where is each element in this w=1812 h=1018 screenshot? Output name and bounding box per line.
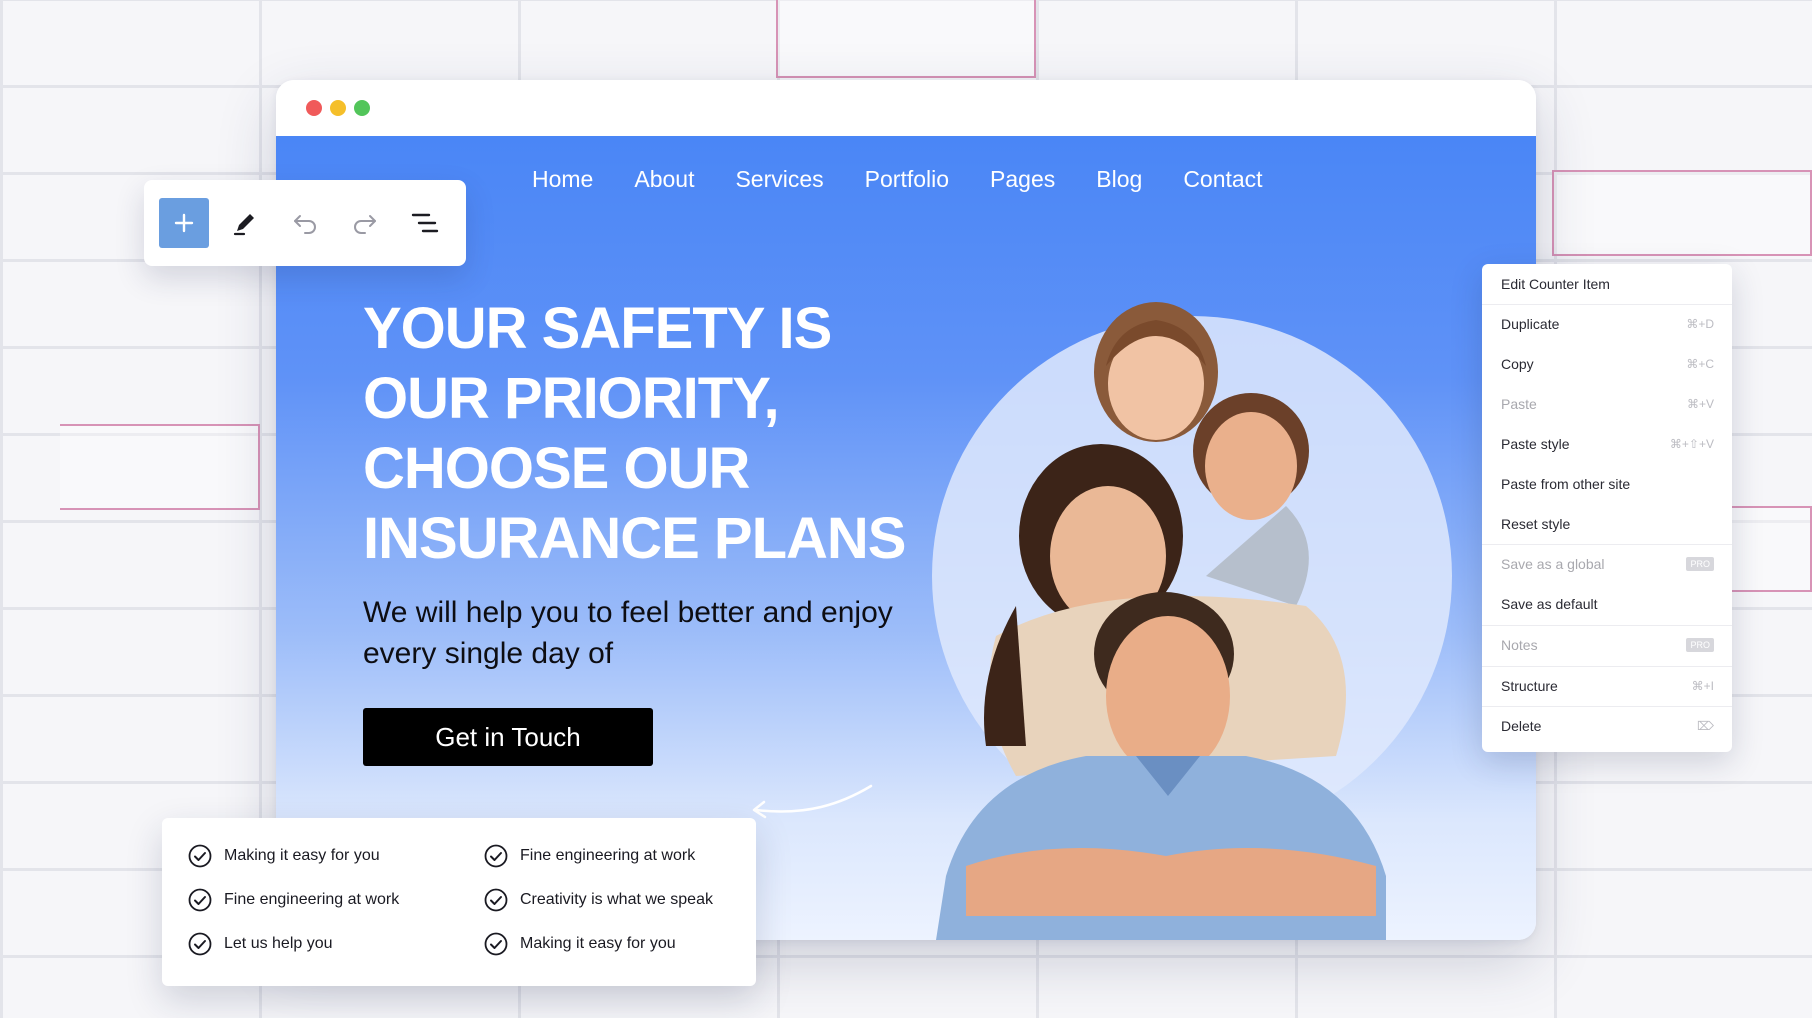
menu-reset-style[interactable]: Reset style — [1482, 504, 1732, 544]
feature-text: Fine engineering at work — [520, 847, 696, 864]
hero-subtitle: We will help you to feel better and enjo… — [363, 592, 923, 674]
hero-title-line: OUR PRIORITY, — [363, 366, 780, 431]
menu-copy[interactable]: Copy ⌘+C — [1482, 344, 1732, 384]
feature-text: Creativity is what we speak — [520, 891, 713, 908]
context-menu: Edit Counter Item Duplicate ⌘+D Copy ⌘+C… — [1482, 264, 1732, 752]
curved-arrow-icon — [752, 784, 873, 819]
menu-item-label: Reset style — [1501, 516, 1571, 532]
hero-subtitle-line: We will help you to feel better and enjo… — [363, 596, 893, 629]
decor-tile — [1552, 170, 1812, 256]
hero-title-line: YOUR SAFETY IS — [363, 296, 832, 361]
feature-text: Let us help you — [224, 935, 333, 952]
menu-item-label: Duplicate — [1501, 316, 1560, 332]
menu-paste[interactable]: Paste ⌘+V — [1482, 384, 1732, 424]
pro-badge: PRO — [1686, 557, 1714, 571]
delete-key-icon: ⌦ — [1697, 719, 1714, 733]
menu-shortcut: ⌘+⇧+V — [1669, 437, 1714, 451]
nav-about[interactable]: About — [634, 166, 694, 193]
hero-title-line: CHOOSE OUR — [363, 436, 750, 501]
minimize-window-dot[interactable] — [330, 100, 346, 116]
main-nav: Home About Services Portfolio Pages Blog… — [532, 166, 1263, 193]
structure-button[interactable] — [400, 198, 450, 248]
check-circle-icon — [188, 844, 212, 868]
nav-portfolio[interactable]: Portfolio — [865, 166, 949, 193]
menu-paste-style[interactable]: Paste style ⌘+⇧+V — [1482, 424, 1732, 464]
nav-blog[interactable]: Blog — [1096, 166, 1142, 193]
redo-button[interactable] — [340, 198, 390, 248]
check-circle-icon — [188, 888, 212, 912]
check-circle-icon — [188, 932, 212, 956]
features-card: Making it easy for you Fine engineering … — [162, 818, 756, 986]
pencil-icon — [233, 214, 254, 236]
redo-icon — [354, 215, 376, 234]
check-circle-icon — [484, 844, 508, 868]
feature-item: Creativity is what we speak — [484, 888, 713, 912]
check-circle-icon — [484, 888, 508, 912]
feature-item: Fine engineering at work — [188, 888, 399, 912]
browser-titlebar — [276, 80, 1536, 136]
feature-item: Making it easy for you — [484, 932, 676, 956]
add-element-button[interactable] — [159, 198, 209, 248]
menu-item-label: Notes — [1501, 637, 1538, 653]
feature-text: Making it easy for you — [520, 935, 676, 952]
nav-contact[interactable]: Contact — [1183, 166, 1262, 193]
nav-home[interactable]: Home — [532, 166, 593, 193]
menu-shortcut: ⌘+V — [1686, 397, 1714, 411]
get-in-touch-button[interactable]: Get in Touch — [363, 708, 653, 766]
menu-structure[interactable]: Structure ⌘+I — [1482, 666, 1732, 706]
pro-badge: PRO — [1686, 638, 1714, 652]
editor-toolbar — [144, 180, 466, 266]
menu-shortcut: ⌘+C — [1686, 357, 1714, 371]
menu-item-label: Save as a global — [1501, 556, 1605, 572]
menu-item-label: Copy — [1501, 356, 1534, 372]
menu-delete[interactable]: Delete ⌦ — [1482, 706, 1732, 746]
menu-save-as-global[interactable]: Save as a global PRO — [1482, 544, 1732, 584]
feature-text: Making it easy for you — [224, 847, 380, 864]
nav-pages[interactable]: Pages — [990, 166, 1055, 193]
menu-shortcut: ⌘+I — [1691, 679, 1714, 693]
undo-icon — [294, 215, 316, 234]
menu-save-as-default[interactable]: Save as default — [1482, 584, 1732, 624]
hero-subtitle-line: every single day of — [363, 637, 614, 670]
hero-title-line: INSURANCE PLANS — [363, 506, 907, 571]
menu-item-label: Paste — [1501, 396, 1537, 412]
menu-item-label: Structure — [1501, 678, 1558, 694]
menu-item-label: Paste style — [1501, 436, 1570, 452]
decor-tile — [60, 424, 260, 510]
menu-paste-from-other-site[interactable]: Paste from other site — [1482, 464, 1732, 504]
menu-item-label: Delete — [1501, 718, 1542, 734]
feature-item: Making it easy for you — [188, 844, 380, 868]
close-window-dot[interactable] — [306, 100, 322, 116]
structure-icon — [411, 213, 439, 233]
check-circle-icon — [484, 932, 508, 956]
decor-tile — [776, 0, 1036, 78]
menu-edit-counter-item[interactable]: Edit Counter Item — [1482, 264, 1732, 304]
menu-shortcut: ⌘+D — [1686, 317, 1714, 331]
menu-item-label: Edit Counter Item — [1501, 276, 1610, 292]
menu-notes[interactable]: Notes PRO — [1482, 625, 1732, 665]
family-photo — [936, 302, 1386, 940]
menu-duplicate[interactable]: Duplicate ⌘+D — [1482, 304, 1732, 344]
nav-services[interactable]: Services — [735, 166, 823, 193]
plus-icon — [174, 213, 194, 233]
menu-item-label: Paste from other site — [1501, 476, 1631, 492]
feature-item: Fine engineering at work — [484, 844, 695, 868]
maximize-window-dot[interactable] — [354, 100, 370, 116]
undo-button[interactable] — [280, 198, 330, 248]
edit-button[interactable] — [220, 198, 270, 248]
hero-title: YOUR SAFETY IS OUR PRIORITY, CHOOSE OUR … — [363, 294, 923, 574]
feature-item: Let us help you — [188, 932, 333, 956]
feature-text: Fine engineering at work — [224, 891, 400, 908]
menu-item-label: Save as default — [1501, 596, 1598, 612]
